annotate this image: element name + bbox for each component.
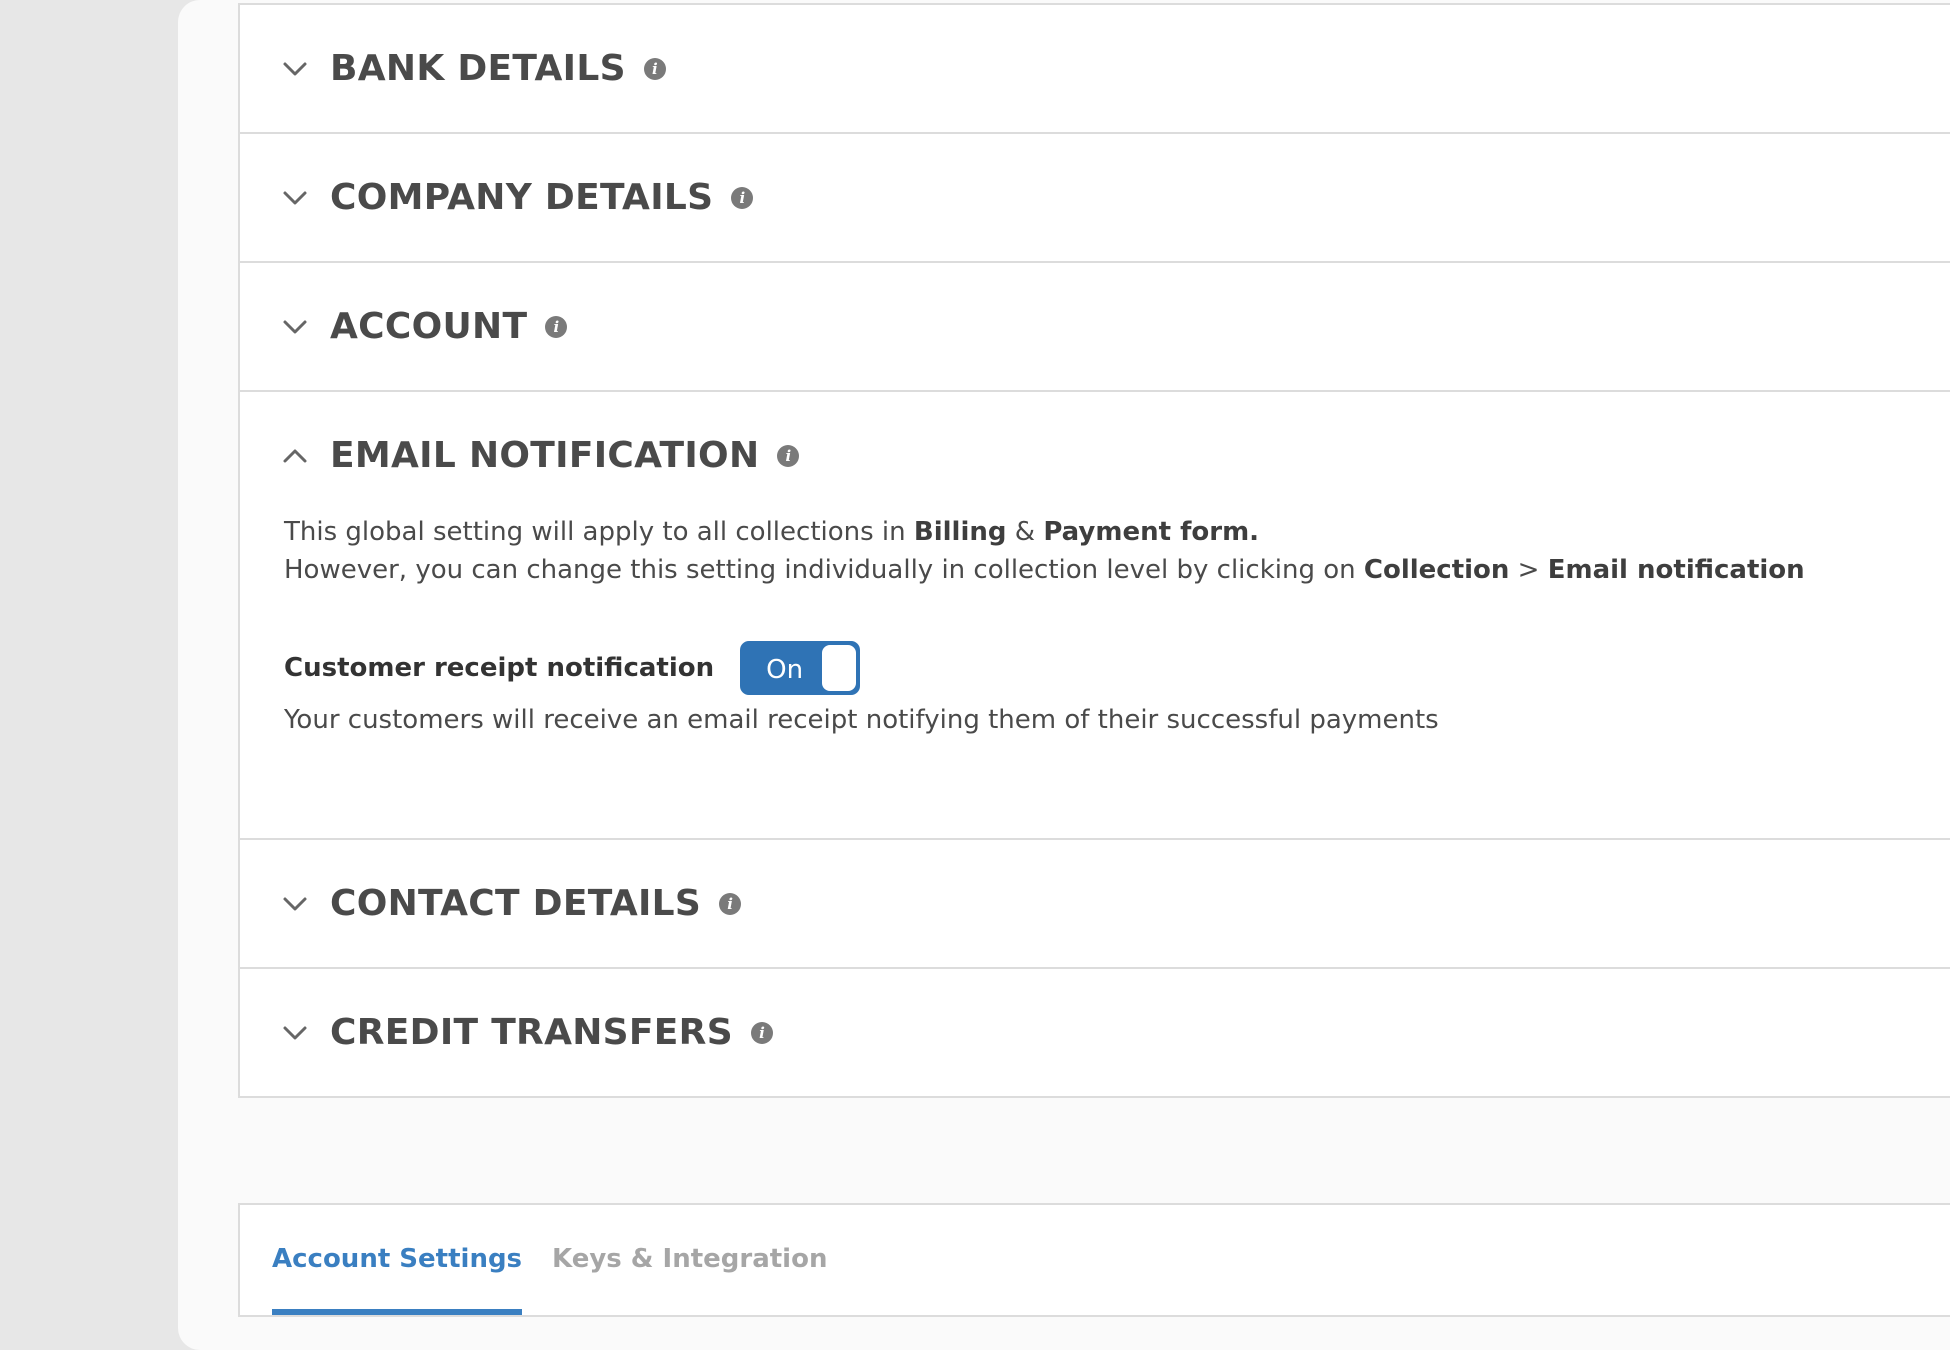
section-credit-transfers: CREDIT TRANSFERS i bbox=[240, 969, 1950, 1096]
separator-text: > bbox=[1509, 555, 1548, 585]
tab-account-settings[interactable]: Account Settings bbox=[272, 1205, 523, 1315]
section-title: BANK DETAILS bbox=[330, 48, 626, 89]
email-notification-text: Email notification bbox=[1547, 555, 1805, 585]
collection-text: Collection bbox=[1363, 555, 1510, 585]
section-email-notification: EMAIL NOTIFICATION i This global setting… bbox=[240, 392, 1950, 840]
info-icon[interactable]: i bbox=[750, 1021, 773, 1044]
section-title: CONTACT DETAILS bbox=[330, 883, 702, 924]
chevron-down-icon bbox=[280, 1018, 310, 1048]
section-company-details: COMPANY DETAILS i bbox=[240, 134, 1950, 263]
contact-details-header[interactable]: CONTACT DETAILS i bbox=[240, 840, 1950, 967]
customer-receipt-toggle[interactable]: On bbox=[740, 641, 861, 695]
info-icon[interactable]: i bbox=[731, 186, 754, 209]
customer-receipt-row: Customer receipt notification On bbox=[284, 641, 1950, 695]
chevron-down-icon bbox=[280, 183, 310, 213]
section-bank-details: BANK DETAILS i bbox=[240, 5, 1950, 134]
company-details-header[interactable]: COMPANY DETAILS i bbox=[240, 134, 1950, 261]
description-line-2: However, you can change this setting ind… bbox=[284, 551, 1950, 589]
toggle-state-label: On bbox=[766, 655, 804, 685]
section-account: ACCOUNT i bbox=[240, 263, 1950, 392]
description-line-1: This global setting will apply to all co… bbox=[284, 513, 1950, 551]
section-contact-details: CONTACT DETAILS i bbox=[240, 840, 1950, 969]
info-icon[interactable]: i bbox=[719, 892, 742, 915]
info-icon[interactable]: i bbox=[545, 315, 568, 338]
email-notification-body: This global setting will apply to all co… bbox=[240, 513, 1950, 838]
line2-text: However, you can change this setting ind… bbox=[284, 555, 1364, 585]
billing-text: Billing bbox=[913, 517, 1007, 547]
account-header[interactable]: ACCOUNT i bbox=[240, 263, 1950, 390]
line1-text: This global setting will apply to all co… bbox=[284, 517, 914, 547]
section-title: CREDIT TRANSFERS bbox=[330, 1012, 733, 1053]
customer-receipt-help: Your customers will receive an email rec… bbox=[284, 705, 1439, 735]
section-title: EMAIL NOTIFICATION bbox=[330, 435, 760, 476]
chevron-down-icon bbox=[280, 889, 310, 919]
section-title: ACCOUNT bbox=[330, 306, 528, 347]
chevron-down-icon bbox=[280, 54, 310, 84]
customer-receipt-label: Customer receipt notification bbox=[284, 653, 715, 683]
info-icon[interactable]: i bbox=[777, 444, 800, 467]
email-notification-header[interactable]: EMAIL NOTIFICATION i bbox=[240, 392, 1950, 519]
section-title: COMPANY DETAILS bbox=[330, 177, 714, 218]
ampersand-text: & bbox=[1006, 517, 1044, 547]
credit-transfers-header[interactable]: CREDIT TRANSFERS i bbox=[240, 969, 1950, 1096]
chevron-down-icon bbox=[280, 312, 310, 342]
settings-accordion: BANK DETAILS i COMPANY DETAILS i ACCOUNT… bbox=[238, 3, 1950, 1098]
email-notification-description: This global setting will apply to all co… bbox=[284, 513, 1950, 589]
settings-tab-bar: Account Settings Keys & Integration bbox=[238, 1203, 1950, 1317]
info-icon[interactable]: i bbox=[643, 57, 666, 80]
payment-form-text: Payment form. bbox=[1043, 517, 1260, 547]
bank-details-header[interactable]: BANK DETAILS i bbox=[240, 5, 1950, 132]
tab-keys-integration[interactable]: Keys & Integration bbox=[552, 1205, 827, 1313]
toggle-knob bbox=[822, 645, 857, 691]
chevron-up-icon bbox=[280, 441, 310, 471]
